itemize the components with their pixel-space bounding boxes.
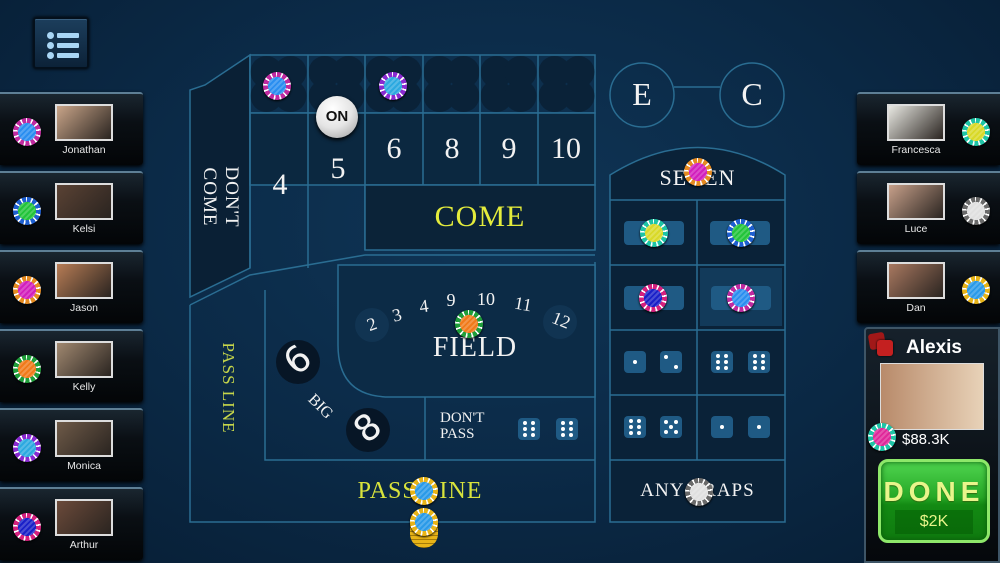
current-player-chip xyxy=(868,423,896,451)
die-face-icon xyxy=(660,351,682,373)
die-face-icon xyxy=(748,351,770,373)
place-6[interactable]: 6 xyxy=(374,132,414,166)
bet-chip-hard-6[interactable] xyxy=(640,219,668,247)
c-bet[interactable]: C xyxy=(732,76,772,113)
field-4: 4 xyxy=(418,295,430,317)
die-face-icon xyxy=(660,416,682,438)
red-dice-icon xyxy=(867,331,895,357)
die-face-icon xyxy=(518,418,540,440)
bet-chip-dont-come-4[interactable] xyxy=(263,72,291,100)
bet-chip-seven[interactable] xyxy=(684,158,712,186)
die-face-icon xyxy=(556,418,578,440)
on-puck: ON xyxy=(316,96,358,138)
die-face-icon xyxy=(711,416,733,438)
quatrefoil-lobe xyxy=(447,80,480,112)
pass-line-side-label[interactable]: PASS LINE xyxy=(218,328,238,448)
die-face-icon xyxy=(711,351,733,373)
field-11: 11 xyxy=(512,292,534,316)
dont-come-label[interactable]: DON'T COME xyxy=(198,137,242,257)
bet-chip-field[interactable] xyxy=(455,310,483,338)
current-player-panel: Alexis $88.3K DONE $2K xyxy=(864,327,1000,563)
bet-chip-pass-line[interactable] xyxy=(410,477,438,505)
die-face-icon xyxy=(624,416,646,438)
dont-pass-label-1[interactable]: DON'T xyxy=(440,410,510,427)
quatrefoil-lobe xyxy=(562,80,595,112)
bet-chip-dont-come-6[interactable] xyxy=(379,72,407,100)
current-player-balance: $88.3K xyxy=(902,431,950,448)
current-player-name: Alexis xyxy=(906,337,962,358)
place-8[interactable]: 8 xyxy=(432,132,472,166)
field-label[interactable]: FIELD xyxy=(395,332,555,364)
field-9: 9 xyxy=(446,290,456,310)
die-face-icon xyxy=(624,351,646,373)
current-player-photo xyxy=(880,363,984,430)
bet-chip-any-craps[interactable] xyxy=(685,478,713,506)
place-5[interactable]: 5 xyxy=(318,152,358,186)
done-button[interactable]: DONE $2K xyxy=(878,459,990,543)
place-9[interactable]: 9 xyxy=(489,132,529,166)
field-10: 10 xyxy=(477,289,495,309)
dont-pass-label-2[interactable]: PASS xyxy=(440,426,510,443)
place-4[interactable]: 4 xyxy=(260,168,300,202)
done-label: DONE xyxy=(883,476,985,507)
come-label[interactable]: COME xyxy=(365,200,595,234)
done-amount: $2K xyxy=(895,510,973,534)
bet-chip-hard-4[interactable] xyxy=(639,284,667,312)
place-10[interactable]: 10 xyxy=(546,132,586,166)
e-bet[interactable]: E xyxy=(622,76,662,113)
bet-chip-hard-8[interactable] xyxy=(727,284,755,312)
quatrefoil-lobe xyxy=(504,80,537,112)
bet-chip-hard-10[interactable] xyxy=(727,219,755,247)
die-face-icon xyxy=(748,416,770,438)
bet-chip-pass-odds[interactable] xyxy=(410,508,438,536)
